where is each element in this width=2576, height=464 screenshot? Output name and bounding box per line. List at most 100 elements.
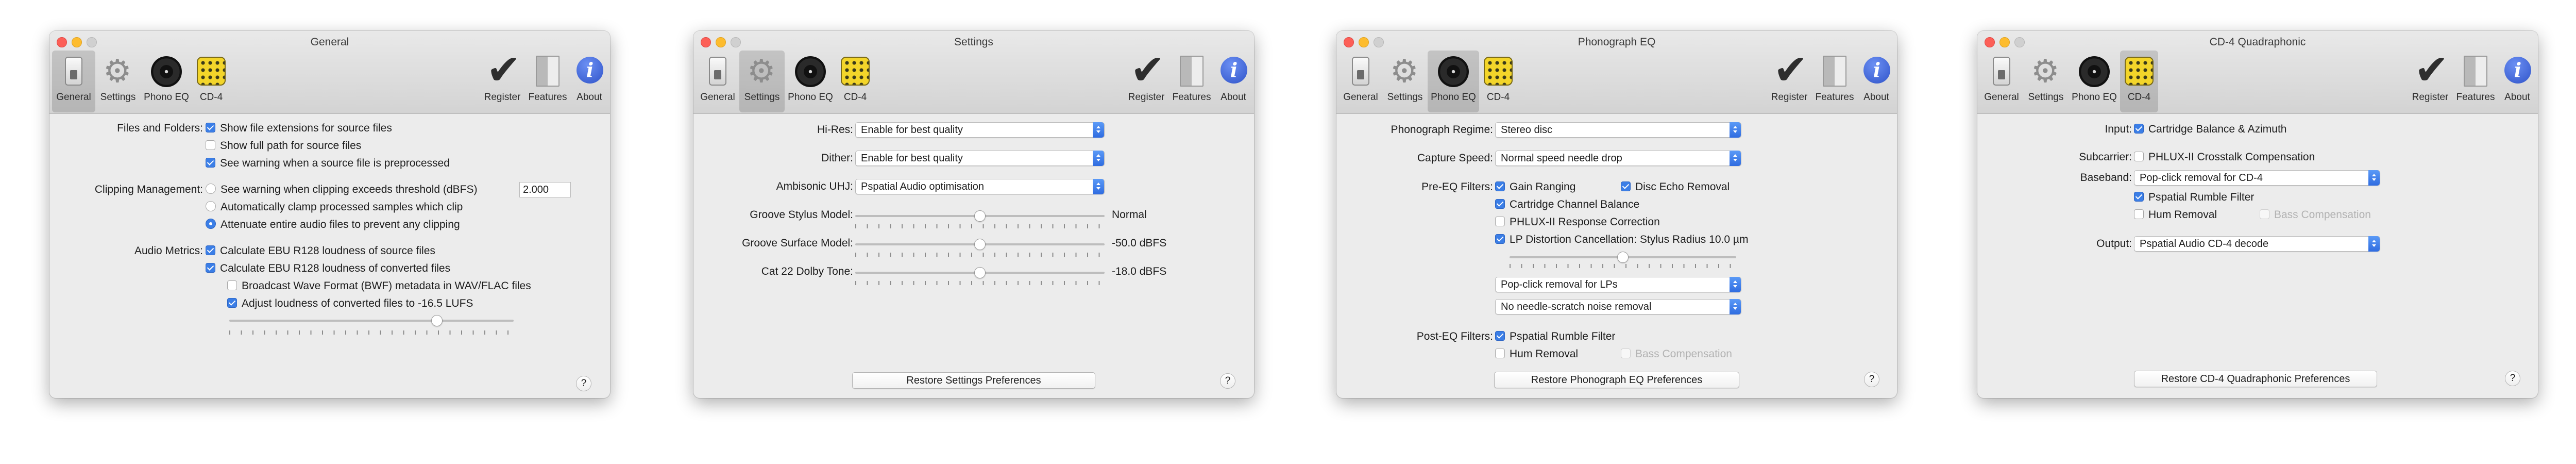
show-full-path-checkbox[interactable]: Show full path for source files (206, 138, 361, 154)
window-title: General (310, 36, 349, 48)
baseband-label: Baseband: (2080, 172, 2132, 184)
help-button[interactable]: ? (1220, 373, 1235, 389)
toolbar-features[interactable]: Features (2452, 51, 2499, 112)
toolbar-general[interactable]: General (696, 51, 739, 112)
toolbar-features[interactable]: Features (1168, 51, 1215, 112)
calc-source-checkbox[interactable]: Calculate EBU R128 loudness of source fi… (206, 243, 435, 259)
device-icon (1343, 54, 1379, 90)
bwf-metadata-checkbox[interactable]: Broadcast Wave Format (BWF) metadata in … (227, 278, 531, 294)
toolbar-register[interactable]: ✔ Register (1124, 47, 1168, 112)
disc-echo-checkbox[interactable]: Disc Echo Removal (1621, 179, 1730, 195)
toolbar-settings[interactable]: ⚙ Settings (1382, 51, 1428, 112)
toolbar-general[interactable]: General (1339, 51, 1382, 112)
restore-phono-button[interactable]: Restore Phonograph EQ Preferences (1494, 372, 1739, 388)
hum-removal-checkbox[interactable]: Hum Removal (1495, 346, 1578, 362)
dolby-slider-ticks (855, 281, 1105, 285)
toolbar-register[interactable]: ✔ Register (2408, 49, 2452, 112)
toolbar-about[interactable]: i About (1858, 51, 1895, 112)
stylus-slider-ticks (855, 224, 1105, 228)
surface-slider-knob[interactable] (974, 239, 986, 250)
files-folders-label: Files and Folders: (117, 122, 203, 134)
stylus-slider-knob[interactable] (974, 210, 986, 222)
toolbar-settings[interactable]: ⚙ Settings (739, 51, 785, 112)
chevron-updown-icon (1730, 151, 1741, 166)
loudness-slider-knob[interactable] (431, 315, 443, 326)
speed-popup[interactable]: Normal speed needle drop (1495, 151, 1741, 166)
calc-converted-checkbox[interactable]: Calculate EBU R128 loudness of converted… (206, 260, 450, 277)
toolbar-features[interactable]: Features (1811, 51, 1858, 112)
general-content: Files and Folders: Show file extensions … (49, 114, 610, 398)
toolbar-about[interactable]: i About (571, 51, 608, 112)
toolbar-register[interactable]: ✔ Register (480, 49, 524, 112)
phono-eq-window: Phonograph EQ General ⚙ Settings Phono EQ… (1336, 31, 1897, 398)
toolbar-cd4[interactable]: CD-4 (2120, 51, 2158, 112)
toolbar-general[interactable]: General (52, 51, 95, 112)
output-label: Output: (2096, 238, 2132, 250)
regime-popup[interactable]: Stereo disc (1495, 122, 1741, 138)
toolbar-phono-eq[interactable]: Phono EQ (2069, 51, 2120, 112)
toolbar-about[interactable]: i About (1215, 51, 1252, 112)
dolby-slider-knob[interactable] (974, 267, 986, 278)
clip-warning-radio[interactable]: See warning when clipping exceeds thresh… (206, 181, 477, 198)
rumble-filter-checkbox[interactable]: Pspatial Rumble Filter (2134, 189, 2254, 206)
crosstalk-checkbox[interactable]: PHLUX-II Crosstalk Compensation (2134, 149, 2315, 165)
hum-removal-checkbox[interactable]: Hum Removal (2134, 207, 2217, 223)
clip-threshold-field[interactable]: 2.000 (519, 182, 571, 197)
help-button[interactable]: ? (1864, 372, 1879, 387)
dither-popup[interactable]: Enable for best quality (855, 151, 1105, 166)
toolbar-general[interactable]: General (1980, 51, 2023, 112)
toolbar-features[interactable]: Features (524, 51, 571, 112)
toolbar-phono-eq[interactable]: Phono EQ (1428, 51, 1479, 112)
book-icon (2458, 54, 2494, 90)
restore-cd4-button[interactable]: Restore CD-4 Quadraphonic Preferences (2134, 371, 2377, 387)
hires-popup[interactable]: Enable for best quality (855, 122, 1105, 138)
chevron-updown-icon (1730, 122, 1741, 138)
adjust-loudness-checkbox[interactable]: Adjust loudness of converted files to -1… (227, 295, 473, 312)
clip-attenuate-radio[interactable]: Attenuate entire audio files to prevent … (206, 217, 460, 233)
output-popup[interactable]: Pspatial Audio CD-4 decode (2134, 236, 2380, 252)
toolbar-settings[interactable]: ⚙ Settings (95, 51, 141, 112)
pre-eq-label: Pre-EQ Filters: (1421, 181, 1493, 193)
regime-label: Phonograph Regime: (1391, 124, 1493, 136)
toolbar-about[interactable]: i About (2499, 51, 2536, 112)
phono-content: Phonograph Regime: Stereo disc Capture S… (1336, 114, 1897, 398)
toolbar-cd4[interactable]: CD-4 (1479, 51, 1517, 112)
toolbar-cd4[interactable]: CD-4 (836, 51, 874, 112)
toolbar-settings[interactable]: ⚙ Settings (2023, 51, 2069, 112)
surface-slider-ticks (855, 253, 1105, 257)
needle-scratch-popup[interactable]: No needle-scratch noise removal (1495, 299, 1741, 314)
toolbar-cd4[interactable]: CD-4 (192, 51, 230, 112)
pop-click-popup[interactable]: Pop-click removal for LPs (1495, 277, 1741, 292)
lp-distortion-checkbox[interactable]: LP Distortion Cancellation: Stylus Radiu… (1495, 231, 1748, 248)
stylus-radius-slider-knob[interactable] (1617, 252, 1629, 263)
toolbar-phono-eq[interactable]: Phono EQ (785, 51, 836, 112)
settings-content: Hi-Res: Enable for best quality Dither: … (693, 114, 1254, 398)
gain-ranging-checkbox[interactable]: Gain Ranging (1495, 179, 1575, 195)
bass-compensation-checkbox: Bass Compensation (1621, 346, 1732, 362)
toolbar-register[interactable]: ✔ Register (1767, 47, 1811, 112)
device-icon (56, 54, 92, 90)
checkmark-icon: ✔ (1130, 47, 1165, 93)
chevron-updown-icon (2368, 236, 2380, 252)
loudness-slider-track[interactable] (229, 320, 514, 322)
restore-settings-button[interactable]: Restore Settings Preferences (852, 372, 1095, 389)
rumble-filter-checkbox[interactable]: Pspatial Rumble Filter (1495, 328, 1615, 345)
show-extensions-checkbox[interactable]: Show file extensions for source files (206, 120, 392, 137)
toolbar-phono-eq[interactable]: Phono EQ (141, 51, 192, 112)
cartridge-balance-checkbox[interactable]: Cartridge Channel Balance (1495, 196, 1639, 213)
record-icon (1435, 54, 1471, 90)
speed-label: Capture Speed: (1417, 152, 1493, 164)
phlux-correction-checkbox[interactable]: PHLUX-II Response Correction (1495, 214, 1660, 230)
gear-icon: ⚙ (2031, 54, 2060, 89)
preprocess-warning-checkbox[interactable]: See warning when a source file is prepro… (206, 155, 450, 172)
ambisonic-popup[interactable]: Pspatial Audio optimisation (855, 179, 1105, 194)
baseband-popup[interactable]: Pop-click removal for CD-4 (2134, 170, 2380, 186)
help-button[interactable]: ? (2505, 371, 2520, 386)
cartridge-balance-checkbox[interactable]: Cartridge Balance & Azimuth (2134, 121, 2286, 138)
window-title: Settings (954, 36, 993, 48)
help-button[interactable]: ? (576, 376, 591, 391)
checkmark-icon: ✔ (1773, 47, 1808, 93)
chevron-updown-icon (1093, 179, 1104, 194)
clip-clamp-radio[interactable]: Automatically clamp processed samples wh… (206, 199, 463, 216)
device-icon (700, 54, 736, 90)
